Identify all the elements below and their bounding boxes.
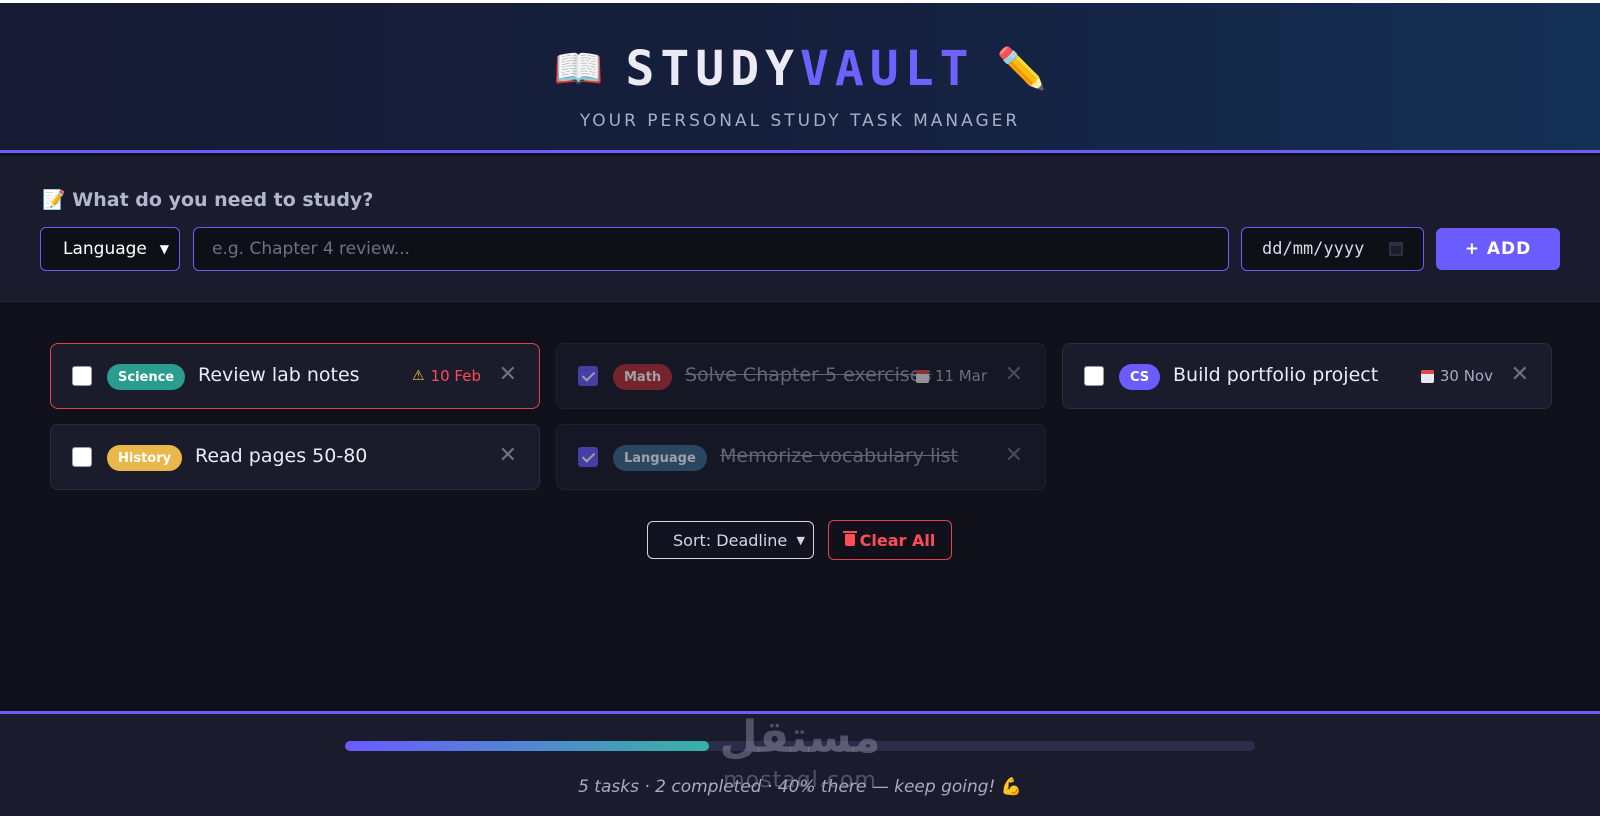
delete-task-icon[interactable]: ✕ (499, 443, 517, 468)
task-card[interactable]: Math Solve Chapter 5 exercises 11 Mar ✕ (556, 343, 1046, 409)
chevron-down-icon: ▼ (159, 242, 169, 256)
task-deadline: 11 Mar (915, 367, 987, 385)
app-title-main: STUDY (625, 41, 800, 97)
clear-all-label: Clear All (859, 530, 936, 550)
task-input[interactable] (193, 227, 1229, 271)
task-card[interactable]: History Read pages 50-80 ✕ (50, 424, 540, 490)
category-badge: Math (613, 364, 673, 390)
progress-bar (345, 741, 1255, 751)
add-task-panel: 📝 What do you need to study? Language ▼ … (0, 156, 1600, 302)
task-deadline: ⚠ 10 Feb (412, 367, 481, 385)
task-prompt-text: What do you need to study? (72, 189, 374, 211)
app-header: 📖 STUDYVAULT ✏️ YOUR PERSONAL STUDY TASK… (0, 3, 1600, 153)
task-checkbox[interactable] (578, 366, 598, 386)
title-row: 📖 STUDYVAULT ✏️ (0, 39, 1600, 99)
date-placeholder: dd/mm/yyyy (1262, 239, 1365, 259)
progress-footer: 5 tasks · 2 completed · 40% there — keep… (0, 711, 1600, 816)
flexed-biceps-icon: 💪 (1000, 777, 1022, 797)
task-deadline: 30 Nov (1420, 367, 1493, 385)
clear-all-button[interactable]: Clear All (828, 520, 952, 560)
trash-icon (842, 531, 857, 546)
task-text: Memorize vocabulary list (720, 445, 958, 467)
task-card[interactable]: CS Build portfolio project 30 Nov ✕ (1062, 343, 1552, 409)
open-book-icon: 📖 (553, 46, 604, 92)
chevron-down-icon: ▼ (796, 533, 805, 547)
task-card[interactable]: Science Review lab notes ⚠ 10 Feb ✕ (50, 343, 540, 409)
delete-task-icon[interactable]: ✕ (1005, 443, 1023, 468)
task-text: Build portfolio project (1173, 364, 1379, 386)
task-deadline-date: 30 Nov (1439, 367, 1493, 385)
category-badge: History (107, 445, 183, 471)
app-title: STUDYVAULT (626, 41, 975, 97)
task-deadline-date: 10 Feb (430, 367, 481, 385)
category-badge: Language (613, 445, 707, 471)
pencil-icon: ✏️ (996, 46, 1047, 92)
calendar-icon (1420, 369, 1434, 383)
memo-icon: 📝 (42, 189, 66, 211)
task-text: Solve Chapter 5 exercises (685, 364, 932, 386)
task-checkbox[interactable] (1084, 366, 1104, 386)
task-checkbox[interactable] (72, 447, 92, 467)
category-select[interactable]: Language ▼ (40, 227, 180, 271)
add-task-button[interactable]: + ADD (1436, 228, 1560, 270)
category-select-value: Language (63, 239, 147, 259)
warning-icon: ⚠ (412, 368, 425, 384)
watermark-url: mostaql.com (723, 768, 877, 793)
progress-bar-fill (345, 741, 709, 751)
sort-select[interactable]: Sort: Deadline ▼ (647, 521, 814, 559)
task-text: Read pages 50-80 (195, 445, 368, 467)
task-text: Review lab notes (198, 364, 360, 386)
calendar-picker-icon[interactable] (1389, 242, 1403, 256)
category-badge: Science (107, 364, 186, 390)
deadline-date-input[interactable]: dd/mm/yyyy (1241, 227, 1424, 271)
sort-select-value: Sort: Deadline (673, 530, 788, 550)
category-badge: CS (1119, 364, 1161, 390)
task-card[interactable]: Language Memorize vocabulary list ✕ (556, 424, 1046, 490)
delete-task-icon[interactable]: ✕ (1005, 362, 1023, 387)
task-prompt-label: 📝 What do you need to study? (42, 188, 373, 211)
task-checkbox[interactable] (578, 447, 598, 467)
delete-task-icon[interactable]: ✕ (1511, 362, 1529, 387)
app-subtitle: YOUR PERSONAL STUDY TASK MANAGER (579, 111, 1021, 131)
task-deadline-date: 11 Mar (934, 367, 987, 385)
delete-task-icon[interactable]: ✕ (499, 362, 517, 387)
app-title-accent: VAULT (800, 41, 975, 97)
calendar-icon (915, 369, 929, 383)
task-checkbox[interactable] (72, 366, 92, 386)
